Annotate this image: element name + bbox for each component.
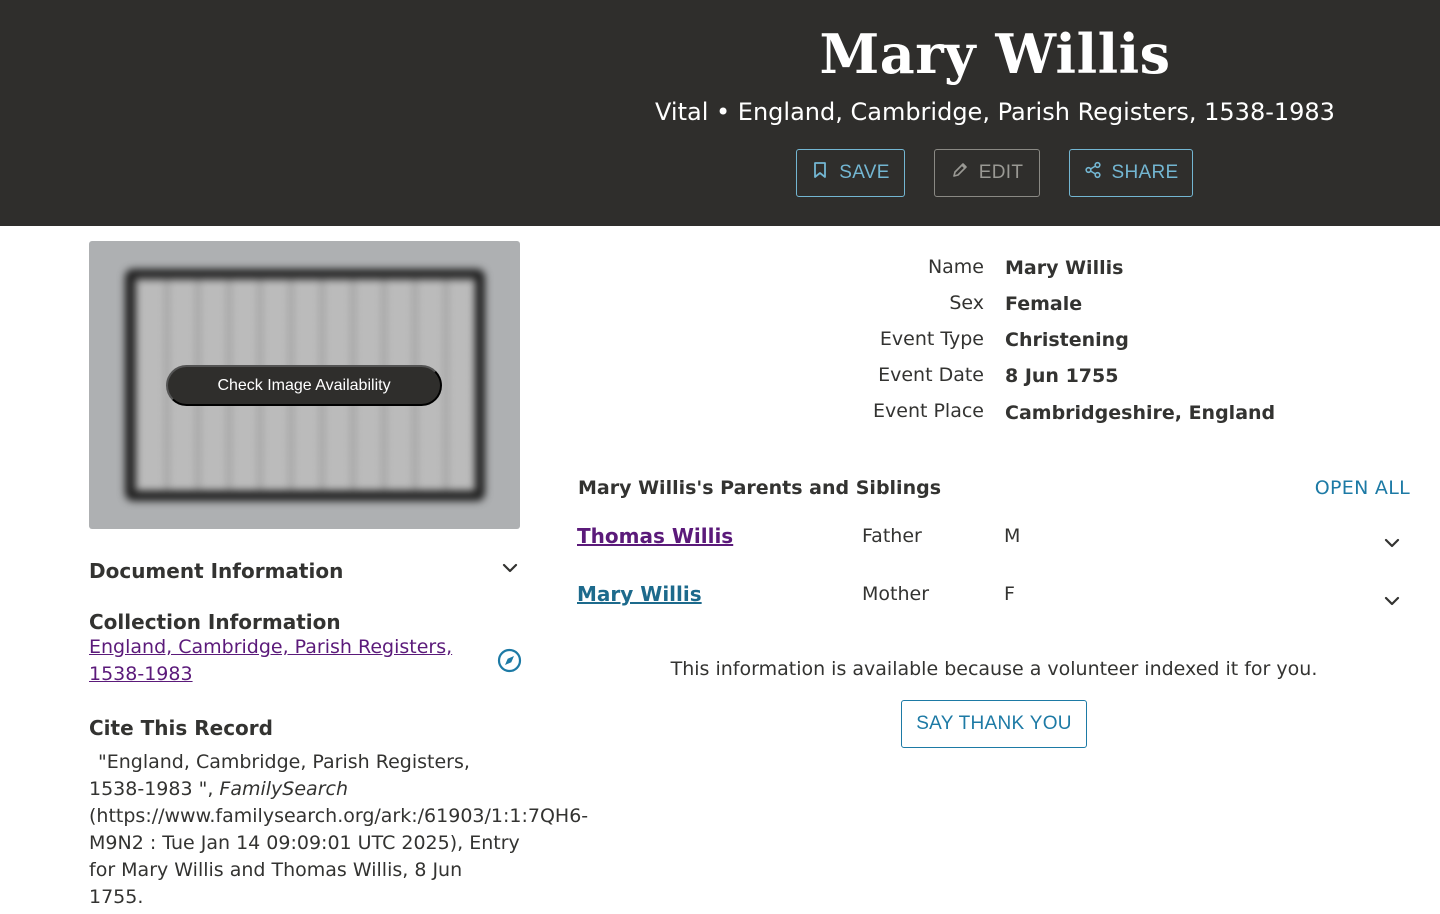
citation-source: FamilySearch [219, 778, 348, 800]
record-header: Mary Willis Vital • England, Cambridge, … [0, 0, 1440, 226]
collection-information-heading: Collection Information [89, 610, 341, 634]
check-image-availability-button[interactable]: Check Image Availability [166, 365, 442, 406]
citation-text: "England, Cambridge, Parish Registers, 1… [89, 751, 589, 908]
fact-value-event-date: 8 Jun 1755 [1005, 365, 1119, 387]
chevron-down-icon[interactable] [1382, 591, 1402, 611]
relative-role-father: Father [862, 525, 922, 547]
relatives-heading: Mary Willis's Parents and Siblings [578, 477, 942, 499]
relative-sex-father: M [1004, 525, 1021, 547]
edit-button[interactable]: EDIT [934, 149, 1040, 197]
record-subtitle: Vital • England, Cambridge, Parish Regis… [655, 98, 1335, 126]
fact-label-event-place: Event Place [873, 400, 984, 422]
chevron-down-icon[interactable] [1382, 533, 1402, 553]
relative-role-mother: Mother [862, 583, 930, 605]
volunteer-message: This information is available because a … [670, 658, 1318, 680]
say-thank-you-button[interactable]: SAY THANK YOU [901, 700, 1087, 748]
share-label: SHARE [1111, 162, 1179, 183]
edit-label: EDIT [978, 162, 1024, 183]
document-information-heading[interactable]: Document Information [89, 559, 343, 583]
fact-label-event-type: Event Type [879, 328, 984, 350]
cite-record-heading: Cite This Record [89, 716, 273, 740]
relative-sex-mother: F [1004, 583, 1015, 605]
collection-link[interactable]: England, Cambridge, Parish Registers, 15… [89, 634, 469, 688]
compass-icon[interactable] [497, 648, 522, 673]
fact-value-sex: Female [1005, 293, 1083, 315]
fact-label-name: Name [927, 256, 984, 278]
page-title: Mary Willis [819, 22, 1171, 86]
pencil-icon [951, 161, 969, 185]
open-all-link[interactable]: OPEN ALL [1315, 477, 1410, 499]
fact-value-event-place: Cambridgeshire, England [1005, 402, 1276, 424]
chevron-down-icon[interactable] [500, 558, 520, 578]
fact-label-sex: Sex [949, 292, 984, 314]
relative-name-mother[interactable]: Mary Willis [577, 582, 702, 606]
save-label: SAVE [839, 162, 890, 183]
fact-value-event-type: Christening [1005, 329, 1129, 351]
bookmark-icon [811, 161, 829, 185]
record-image-thumbnail[interactable]: Check Image Availability [89, 241, 520, 529]
share-button[interactable]: SHARE [1069, 149, 1193, 197]
share-icon [1084, 161, 1102, 185]
fact-value-name: Mary Willis [1005, 257, 1124, 279]
save-button[interactable]: SAVE [796, 149, 905, 197]
fact-label-event-date: Event Date [878, 364, 984, 386]
relative-name-father[interactable]: Thomas Willis [577, 524, 733, 548]
